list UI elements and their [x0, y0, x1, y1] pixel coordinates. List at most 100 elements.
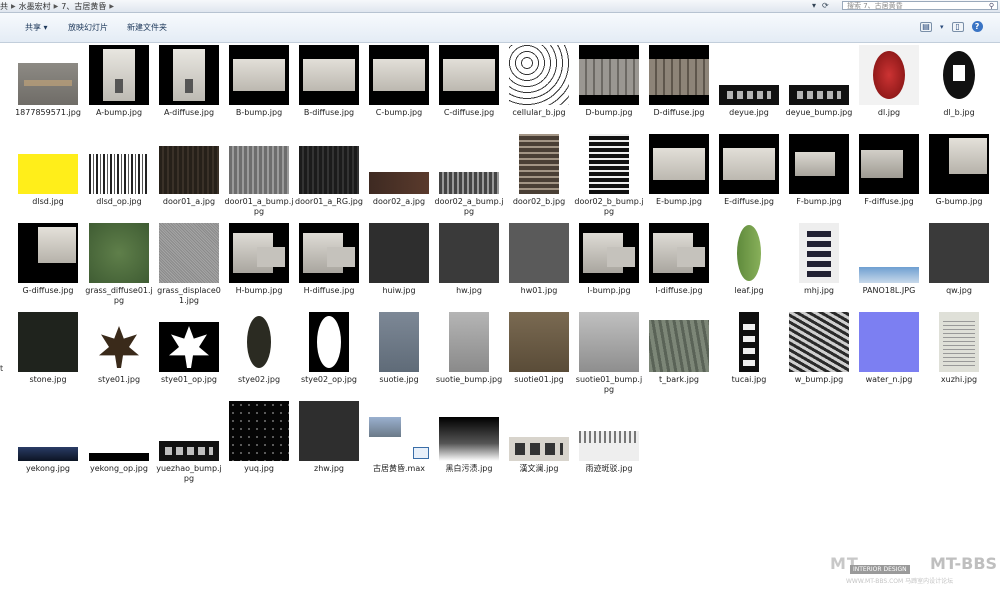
file-thumbnail: [644, 312, 714, 372]
file-name: water_n.jpg: [865, 375, 913, 384]
thumbnail-image: [369, 417, 429, 461]
file-thumbnail: [434, 312, 504, 372]
file-thumbnail: [13, 223, 83, 283]
file-name: dl_b.jpg: [943, 108, 975, 117]
thumbnail-image: [859, 45, 919, 105]
thumbnail-image: [18, 312, 78, 372]
command-toolbar: 共享 ▾ 放映幻灯片 新建文件夹 ▤ ▾ ▯ ?: [0, 13, 1000, 43]
thumbnail-image: [649, 320, 709, 372]
file-name: leaf.jpg: [734, 286, 764, 295]
new-folder-button[interactable]: 新建文件夹: [127, 22, 167, 33]
watermark-bbs: MT-BBS: [930, 554, 998, 573]
watermark-sub: WWW.MT-BBS.COM 马蹄室内设计论坛: [846, 578, 954, 585]
view-options-icon[interactable]: ▤: [920, 21, 932, 32]
file-name: I-diffuse.jpg: [655, 286, 703, 295]
file-thumbnail: [784, 45, 854, 105]
breadcrumb-prefix[interactable]: 共: [0, 1, 8, 12]
thumbnail-image: [299, 401, 359, 461]
breadcrumb-chevron-icon[interactable]: ▶: [11, 3, 16, 10]
file-name: door02_a_bump.jpg: [434, 197, 504, 216]
thumbnail-image: [89, 322, 149, 372]
file-name: deyue_bump.jpg: [785, 108, 853, 117]
thumbnail-image: [929, 45, 989, 105]
search-input[interactable]: 搜索 7、古居黄昏 ⚲: [842, 1, 998, 10]
file-name: door01_a_bump.jpg: [224, 197, 294, 216]
file-thumbnail: [644, 134, 714, 194]
share-button[interactable]: 共享 ▾: [25, 22, 48, 33]
file-thumbnail: [434, 45, 504, 105]
file-thumbnail: [434, 401, 504, 461]
breadcrumb-item-1[interactable]: 7、古居黄昏: [61, 1, 106, 12]
thumbnail-image: [18, 154, 78, 194]
thumbnail-image: [439, 417, 499, 461]
breadcrumb-chevron-icon[interactable]: ▶: [109, 3, 114, 10]
thumbnail-image: [929, 134, 989, 194]
file-thumbnail: [154, 45, 224, 105]
file-name: suotie.jpg: [379, 375, 419, 384]
file-thumbnail: [154, 134, 224, 194]
breadcrumb-item-0[interactable]: 水墨宏村: [19, 1, 51, 12]
breadcrumb-chevron-icon[interactable]: ▶: [54, 3, 59, 10]
file-name: H-bump.jpg: [235, 286, 283, 295]
thumbnail-image: [159, 441, 219, 461]
file-thumbnail: [364, 401, 434, 461]
file-thumbnail: [504, 134, 574, 194]
file-name: B-diffuse.jpg: [303, 108, 355, 117]
slideshow-button[interactable]: 放映幻灯片: [68, 22, 108, 33]
file-thumbnail: [924, 134, 994, 194]
search-placeholder: 搜索 7、古居黄昏: [847, 2, 903, 10]
file-thumbnail: [224, 401, 294, 461]
file-thumbnail: [294, 134, 364, 194]
file-thumbnail: [784, 312, 854, 372]
thumbnail-image: [439, 172, 499, 194]
file-name: A-diffuse.jpg: [163, 108, 215, 117]
file-thumbnail: [574, 134, 644, 194]
file-thumbnail: [924, 45, 994, 105]
file-name: yuezhao_bump.jpg: [156, 464, 222, 483]
view-dropdown-icon[interactable]: ▾: [940, 23, 944, 31]
thumbnail-image: [719, 85, 779, 105]
file-name: door01_a_RG.jpg: [295, 197, 363, 206]
file-thumbnail: [294, 223, 364, 283]
thumbnail-image: [509, 437, 569, 461]
file-name: door02_b.jpg: [512, 197, 566, 206]
thumbnail-image: [229, 401, 289, 461]
thumbnail-image: [859, 134, 919, 194]
thumbnail-image: [159, 322, 219, 372]
refresh-icon[interactable]: ⟳: [822, 1, 829, 10]
file-name: F-bump.jpg: [796, 197, 842, 206]
file-name: dlsd.jpg: [32, 197, 64, 206]
thumbnail-image: [369, 223, 429, 283]
thumbnail-image: [509, 223, 569, 283]
thumbnail-image: [449, 312, 489, 372]
thumbnail-image: [159, 223, 219, 283]
file-name: 黑白污渍.jpg: [445, 464, 493, 473]
file-name: stye01_op.jpg: [160, 375, 218, 384]
file-thumbnail: [924, 312, 994, 372]
address-bar[interactable]: 共 ▶ 水墨宏村 ▶ 7、古居黄昏 ▶ ▾ ⟳ 搜索 7、古居黄昏 ⚲: [0, 0, 1000, 13]
file-thumbnail: [504, 45, 574, 105]
file-thumbnail: [714, 45, 784, 105]
file-name: huiw.jpg: [382, 286, 416, 295]
thumbnail-image: [939, 312, 979, 372]
file-name: yuq.jpg: [244, 464, 274, 473]
file-thumbnail: [574, 312, 644, 372]
file-name: suotie01_bump.jpg: [575, 375, 643, 394]
thumbnail-image: [159, 45, 219, 105]
file-thumbnail: [84, 312, 154, 372]
watermark: MT INTERIOR DESIGN MT-BBS WWW.MT-BBS.COM…: [800, 548, 1000, 588]
file-thumbnail: [784, 223, 854, 283]
dropdown-arrow-icon[interactable]: ▾: [812, 1, 816, 10]
thumbnail-image: [299, 223, 359, 283]
thumbnail-image: [299, 45, 359, 105]
help-icon[interactable]: ?: [971, 21, 983, 32]
file-thumbnail: [224, 312, 294, 372]
file-name: hw.jpg: [456, 286, 482, 295]
thumbnail-image: [929, 223, 989, 283]
thumbnail-image: [89, 154, 149, 194]
file-name: door02_b_bump.jpg: [574, 197, 644, 216]
file-name: cellular_b.jpg: [512, 108, 566, 117]
thumbnail-image: [18, 223, 78, 283]
preview-pane-icon[interactable]: ▯: [951, 21, 964, 32]
search-icon[interactable]: ⚲: [989, 2, 994, 11]
